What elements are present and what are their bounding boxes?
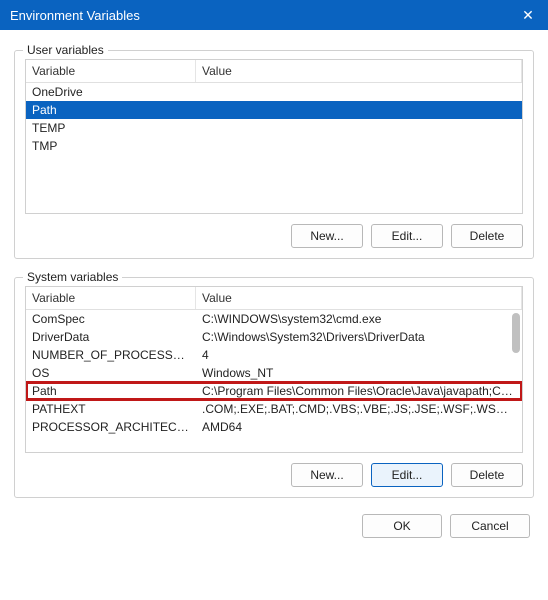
cell-value: C:\Windows\System32\Drivers\DriverData [196,328,522,346]
table-header: Variable Value [26,287,522,310]
system-buttons-row: New... Edit... Delete [25,463,523,487]
close-icon: ✕ [522,7,534,24]
table-row[interactable]: ComSpecC:\WINDOWS\system32\cmd.exe [26,310,522,328]
cell-value: .COM;.EXE;.BAT;.CMD;.VBS;.VBE;.JS;.JSE;.… [196,400,522,418]
cell-value: C:\WINDOWS\system32\cmd.exe [196,310,522,328]
cell-value [196,101,522,119]
table-row[interactable]: Path [26,101,522,119]
system-variables-table[interactable]: Variable Value ComSpecC:\WINDOWS\system3… [25,286,523,453]
cell-variable: ComSpec [26,310,196,328]
table-row[interactable]: TMP [26,137,522,155]
system-table-body[interactable]: ComSpecC:\WINDOWS\system32\cmd.exeDriver… [26,310,522,451]
cancel-button[interactable]: Cancel [450,514,530,538]
cell-variable: Path [26,382,196,400]
cell-value [196,83,522,101]
dialog-footer: OK Cancel [14,514,534,538]
table-row[interactable]: TEMP [26,119,522,137]
cell-value: Windows_NT [196,364,522,382]
column-variable[interactable]: Variable [26,60,196,82]
table-row[interactable]: PROCESSOR_ARCHITECTU...AMD64 [26,418,522,436]
window-title: Environment Variables [10,8,508,23]
table-row[interactable]: DriverDataC:\Windows\System32\Drivers\Dr… [26,328,522,346]
ok-button[interactable]: OK [362,514,442,538]
cell-variable: TEMP [26,119,196,137]
user-table-body[interactable]: OneDrivePathTEMPTMP [26,83,522,212]
user-buttons-row: New... Edit... Delete [25,224,523,248]
table-row[interactable]: NUMBER_OF_PROCESSORS4 [26,346,522,364]
system-variables-group: System variables Variable Value ComSpecC… [14,277,534,498]
table-row[interactable]: OneDrive [26,83,522,101]
cell-variable: NUMBER_OF_PROCESSORS [26,346,196,364]
dialog-content: User variables Variable Value OneDrivePa… [0,30,548,600]
cell-variable: Path [26,101,196,119]
cell-variable: PROCESSOR_ARCHITECTU... [26,418,196,436]
cell-value: 4 [196,346,522,364]
column-value[interactable]: Value [196,60,522,82]
system-delete-button[interactable]: Delete [451,463,523,487]
user-variables-legend: User variables [23,43,108,57]
system-edit-button[interactable]: Edit... [371,463,443,487]
system-variables-legend: System variables [23,270,122,284]
system-new-button[interactable]: New... [291,463,363,487]
user-edit-button[interactable]: Edit... [371,224,443,248]
user-new-button[interactable]: New... [291,224,363,248]
cell-value [196,137,522,155]
column-value[interactable]: Value [196,287,522,309]
cell-variable: OneDrive [26,83,196,101]
table-row[interactable]: PathC:\Program Files\Common Files\Oracle… [26,382,522,400]
cell-variable: TMP [26,137,196,155]
user-delete-button[interactable]: Delete [451,224,523,248]
column-variable[interactable]: Variable [26,287,196,309]
scrollbar-thumb[interactable] [512,313,520,353]
cell-value: C:\Program Files\Common Files\Oracle\Jav… [196,382,522,400]
table-row[interactable]: OSWindows_NT [26,364,522,382]
table-row[interactable]: PATHEXT.COM;.EXE;.BAT;.CMD;.VBS;.VBE;.JS… [26,400,522,418]
cell-variable: PATHEXT [26,400,196,418]
cell-value [196,119,522,137]
user-variables-group: User variables Variable Value OneDrivePa… [14,50,534,259]
cell-value: AMD64 [196,418,522,436]
user-variables-table[interactable]: Variable Value OneDrivePathTEMPTMP [25,59,523,214]
title-bar: Environment Variables ✕ [0,0,548,30]
cell-variable: OS [26,364,196,382]
close-button[interactable]: ✕ [508,0,548,30]
table-header: Variable Value [26,60,522,83]
cell-variable: DriverData [26,328,196,346]
